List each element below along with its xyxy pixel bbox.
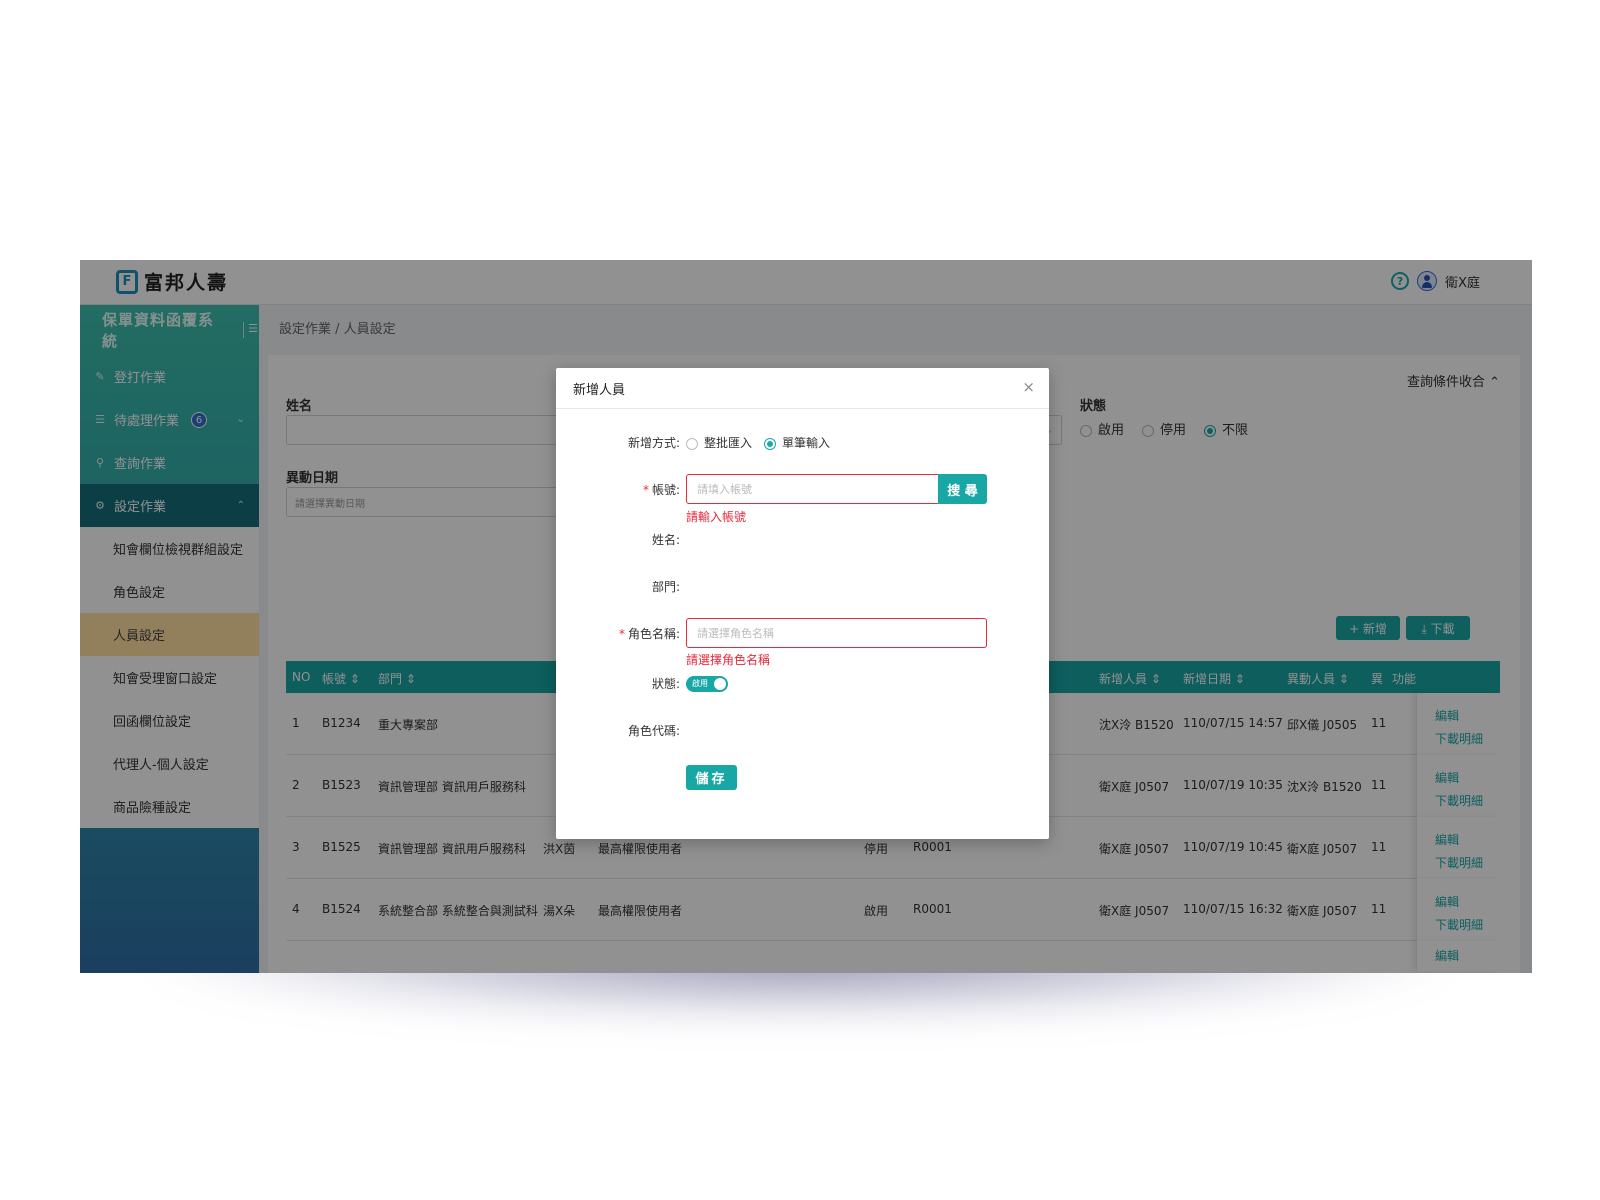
role-code-label: 角色代碼: (627, 724, 680, 738)
method-radio-single[interactable]: 單筆輸入 (764, 434, 830, 451)
search-button[interactable]: 搜 尋 (938, 474, 987, 504)
account-label: * 帳號: (560, 481, 680, 498)
radio-checked-icon (764, 437, 777, 450)
required-asterisk: * (618, 627, 625, 641)
role-label: * 角色名稱: (560, 625, 680, 642)
method-radio-batch[interactable]: 整批匯入 (686, 434, 752, 451)
radio-icon (686, 437, 698, 450)
status-label: 狀態: (651, 677, 680, 691)
account-label-text: 帳號: (651, 483, 680, 497)
status-toggle[interactable]: 啟用 (686, 676, 728, 692)
toggle-knob (714, 678, 726, 690)
save-button[interactable]: 儲存 (686, 765, 737, 790)
modal-header: 新增人員 × (556, 368, 1049, 409)
role-error: 請選擇角色名稱 (686, 653, 771, 667)
required-asterisk: * (642, 483, 649, 497)
add-person-modal: 新增人員 × 新增方式: 整批匯入 單筆輸入 * 帳號: 請填入帳號 搜 尋 請輸… (556, 368, 1049, 839)
modal-title: 新增人員 (573, 382, 626, 398)
account-error: 請輸入帳號 (686, 510, 747, 524)
role-label-text: 角色名稱: (627, 627, 680, 641)
toggle-text: 啟用 (692, 679, 708, 688)
app-window: F 富邦人壽 ? 衛X庭 保單資料函覆系統 ☰ ✎ 登打作業 ☰ 待處理作業 6… (80, 260, 1532, 973)
method-label: 新增方式: (627, 436, 680, 450)
close-icon[interactable]: × (1022, 380, 1035, 395)
dept-label: 部門: (651, 580, 680, 594)
account-input[interactable]: 請填入帳號 (686, 474, 940, 504)
role-placeholder: 請選擇角色名稱 (697, 627, 774, 640)
method-radio-group: 整批匯入 單筆輸入 (686, 434, 830, 451)
account-placeholder: 請填入帳號 (697, 483, 752, 496)
role-select[interactable]: 請選擇角色名稱 (686, 618, 987, 648)
name-label: 姓名: (651, 533, 680, 547)
radio-label: 整批匯入 (704, 436, 753, 450)
radio-label: 單筆輸入 (782, 436, 831, 450)
